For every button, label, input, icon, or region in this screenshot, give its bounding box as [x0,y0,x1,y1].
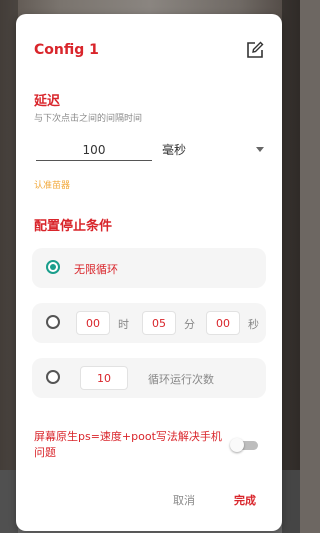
delay-input[interactable] [36,140,152,161]
cancel-button[interactable]: 取消 [173,492,195,508]
radio-infinite-loop[interactable] [46,260,60,274]
timer-minutes-input[interactable]: 05 [142,311,176,335]
toggle-thumb [230,438,244,452]
stop-condition-heading: 配置停止条件 [34,219,113,234]
delay-description: 与下次点击之间的间隔时间 [34,114,143,124]
timer-seconds-unit: 秒 [248,318,259,331]
native-screen-toggle[interactable] [230,438,258,452]
infinite-loop-label: 无限循环 [74,263,118,276]
timer-minutes-unit: 分 [184,318,195,331]
timer-hours-input[interactable]: 00 [76,311,110,335]
edit-icon[interactable] [246,41,264,59]
done-button[interactable]: 完成 [234,492,256,508]
option-infinite-loop[interactable]: 无限循环 [32,248,266,288]
timer-seconds-input[interactable]: 00 [206,311,240,335]
background-right-edge [282,0,300,533]
delay-unit-select[interactable]: 毫秒 [162,139,266,161]
option-loop-count[interactable]: 10 循环运行次数 [32,358,266,398]
radio-loop-count[interactable] [46,370,60,384]
loop-count-label: 循环运行次数 [148,373,214,386]
dialog-title: Config 1 [34,42,99,58]
dropdown-arrow-icon [256,147,264,152]
timer-hours-unit: 时 [118,318,129,331]
radio-timer[interactable] [46,315,60,329]
calibrate-link[interactable]: 认准苗器 [34,178,70,191]
native-screen-hint: 屏幕原生ps=速度+poot写法解决手机问题 [34,430,222,459]
delay-unit-label: 毫秒 [162,143,187,157]
loop-count-input[interactable]: 10 [80,366,128,390]
config-dialog: Config 1 延迟 与下次点击之间的间隔时间 毫秒 认准苗器 配置停止条件 … [16,14,282,531]
delay-heading: 延迟 [34,94,61,109]
option-timer[interactable]: 00 时 05 分 00 秒 [32,303,266,343]
